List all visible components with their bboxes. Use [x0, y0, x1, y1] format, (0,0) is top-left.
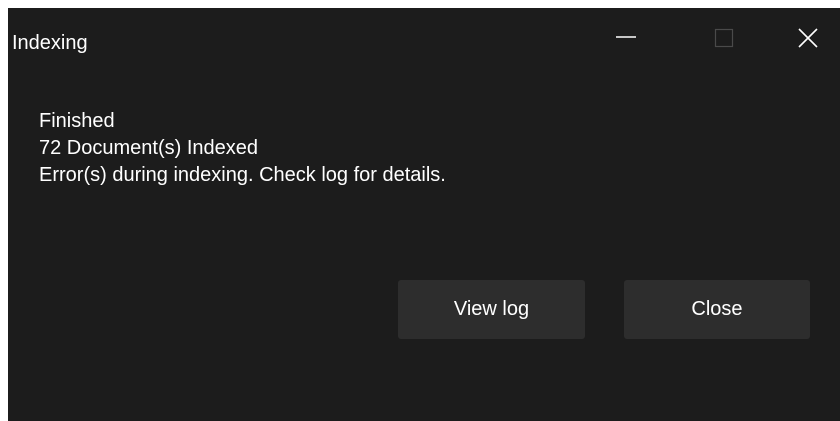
error-text: Error(s) during indexing. Check log for …: [39, 164, 446, 186]
window-title: Indexing: [12, 32, 88, 54]
window-close-button[interactable]: [780, 8, 836, 68]
status-text: Finished: [39, 110, 115, 132]
indexing-dialog: Indexing Finished 72 Document(s) Indexed…: [8, 8, 840, 421]
message-area: Finished 72 Document(s) Indexed Error(s)…: [39, 108, 446, 189]
title-bar[interactable]: Indexing: [8, 8, 840, 74]
close-button[interactable]: Close: [624, 280, 810, 339]
minimize-icon: [616, 36, 636, 38]
minimize-button[interactable]: [598, 8, 654, 68]
indexed-count-text: 72 Document(s) Indexed: [39, 137, 259, 159]
maximize-icon: [714, 28, 734, 48]
view-log-button[interactable]: View log: [398, 280, 585, 339]
close-icon: [798, 28, 818, 48]
maximize-button: [696, 8, 752, 68]
